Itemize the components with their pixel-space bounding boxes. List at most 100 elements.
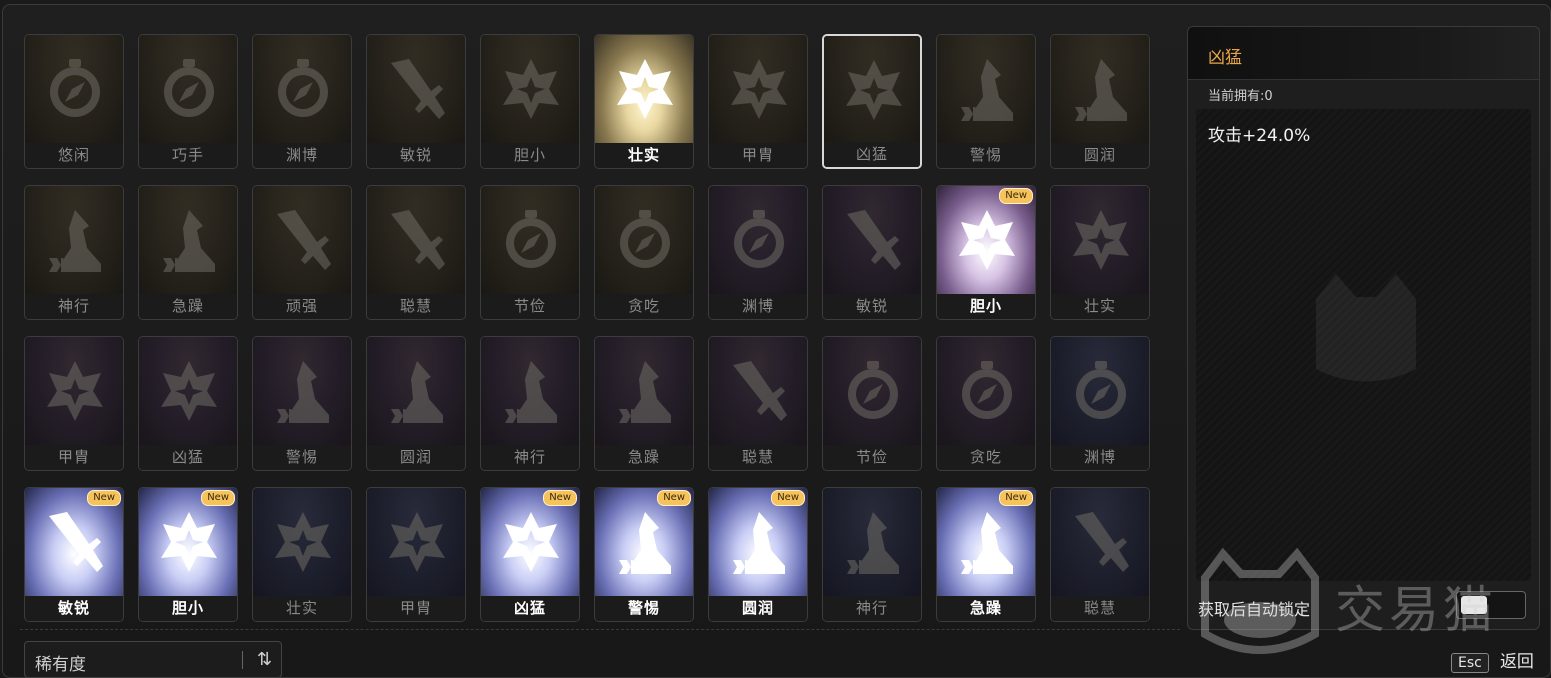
star-icon [275,512,331,572]
item-art [253,337,351,447]
item-card[interactable]: 神行 [480,336,580,471]
item-card[interactable]: 神行 [24,185,124,320]
item-art [937,35,1035,145]
new-badge: New [999,188,1033,204]
item-card[interactable]: 节俭 [480,185,580,320]
new-badge: New [87,490,121,506]
star-icon [389,512,445,572]
star-icon [959,210,1015,270]
sword-icon [733,361,787,421]
item-name: 警惕 [595,596,693,621]
item-card[interactable]: New 凶猛 [480,487,580,622]
item-card[interactable]: 敏锐 [822,185,922,320]
item-card[interactable]: New 敏锐 [24,487,124,622]
item-name: 警惕 [937,143,1035,168]
detail-title: 凶猛 [1208,48,1242,68]
sort-selector[interactable]: 稀有度 ⇅ [24,641,282,678]
item-card[interactable]: 甲胄 [708,34,808,169]
item-card[interactable]: New 胆小 [936,185,1036,320]
esc-key[interactable]: Esc [1451,653,1489,673]
boot-icon [961,59,1013,121]
item-name: 急躁 [595,445,693,470]
item-card[interactable]: 警惕 [936,34,1036,169]
item-card[interactable]: 聪慧 [708,336,808,471]
item-art [253,186,351,296]
item-card[interactable]: 神行 [822,487,922,622]
item-card[interactable]: 节俭 [822,336,922,471]
item-card[interactable]: 急躁 [594,336,694,471]
sort-label: 稀有度 [35,655,86,675]
compass-icon [733,210,785,268]
boot-icon [619,361,671,423]
item-name: 圆润 [709,596,807,621]
item-card[interactable]: 渊博 [1050,336,1150,471]
item-card[interactable]: 壮实 [594,34,694,169]
item-card[interactable]: 甲胄 [366,487,466,622]
sword-icon [847,210,901,270]
item-name: 敏锐 [367,143,465,168]
item-card[interactable]: 急躁 [138,185,238,320]
compass-icon [619,210,671,268]
item-name: 悠闲 [25,143,123,168]
item-art [595,35,693,145]
item-art [25,35,123,145]
item-card[interactable]: New 急躁 [936,487,1036,622]
item-name: 壮实 [253,596,351,621]
item-art [253,488,351,598]
item-card[interactable]: 凶猛 [138,336,238,471]
item-card[interactable]: 悠闲 [24,34,124,169]
item-card[interactable]: 贪吃 [936,336,1036,471]
item-card[interactable]: 敏锐 [366,34,466,169]
sword-icon [49,512,103,572]
item-art [823,186,921,296]
item-art [1051,488,1149,598]
boot-icon [1075,59,1127,121]
item-card[interactable]: 壮实 [252,487,352,622]
item-card[interactable]: 聪慧 [1050,487,1150,622]
item-art [367,337,465,447]
item-card[interactable]: 顽强 [252,185,352,320]
boot-icon [277,361,329,423]
item-name: 渊博 [253,143,351,168]
star-icon [161,512,217,572]
item-card[interactable]: 圆润 [1050,34,1150,169]
boot-icon [619,512,671,574]
item-card[interactable]: New 圆润 [708,487,808,622]
item-name: 敏锐 [823,294,921,319]
sort-arrows-icon[interactable]: ⇅ [257,649,272,670]
divider [20,629,1180,630]
item-name: 壮实 [595,143,693,168]
item-card[interactable]: 圆润 [366,336,466,471]
item-card[interactable]: 聪慧 [366,185,466,320]
item-name: 渊博 [1051,445,1149,470]
item-card[interactable]: New 胆小 [138,487,238,622]
item-card[interactable]: 警惕 [252,336,352,471]
sword-icon [277,210,331,270]
back-label[interactable]: 返回 [1500,647,1534,672]
item-card[interactable]: 渊博 [252,34,352,169]
item-card[interactable]: 贪吃 [594,185,694,320]
compass-icon [277,59,329,118]
esc-back[interactable]: Esc 返回 [1451,647,1534,673]
item-card[interactable]: New 警惕 [594,487,694,622]
item-card[interactable]: 巧手 [138,34,238,169]
item-card[interactable]: 壮实 [1050,185,1150,320]
star-icon [846,60,902,120]
item-card[interactable]: 甲胄 [24,336,124,471]
owned-count: 当前拥有:0 [1208,89,1273,104]
new-badge: New [771,490,805,506]
effect-box: 攻击+24.0% [1196,109,1531,581]
boot-icon [49,210,101,272]
compass-icon [961,361,1013,419]
compass-icon [505,210,557,268]
item-card[interactable]: 凶猛 [822,34,922,169]
boot-icon [391,361,443,423]
item-card[interactable]: 胆小 [480,34,580,169]
cat-watermark-icon [1316,274,1416,382]
item-art [709,186,807,296]
item-name: 急躁 [937,596,1035,621]
sword-icon [391,59,445,119]
item-card[interactable]: 渊博 [708,185,808,320]
boot-icon [733,512,785,574]
item-art [25,337,123,447]
